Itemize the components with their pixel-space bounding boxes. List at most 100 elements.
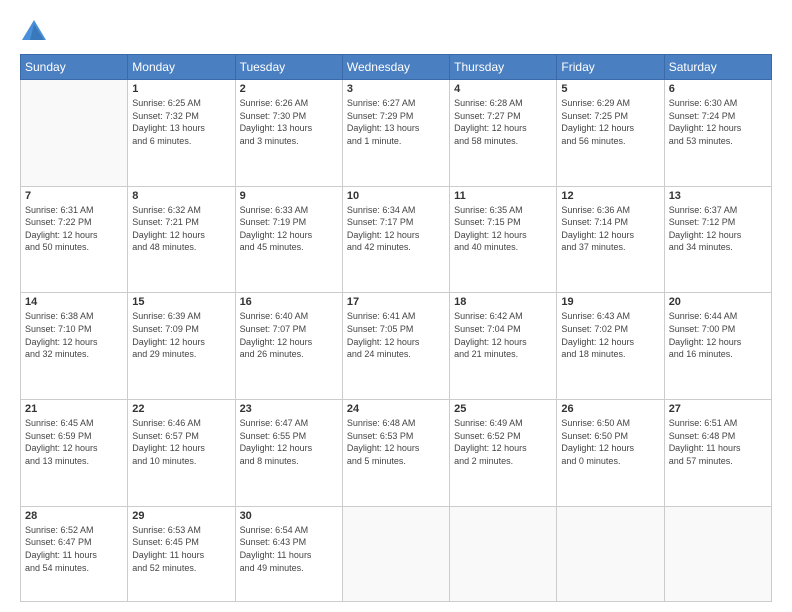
calendar-cell: 23 Sunrise: 6:47 AM Sunset: 6:55 PM Dayli… (235, 400, 342, 507)
day-info: Sunrise: 6:52 AM Sunset: 6:47 PM Dayligh… (25, 524, 123, 574)
calendar-cell: 8 Sunrise: 6:32 AM Sunset: 7:21 PM Daylig… (128, 186, 235, 293)
calendar-row-5: 28 Sunrise: 6:52 AM Sunset: 6:47 PM Dayli… (21, 506, 772, 601)
day-info: Sunrise: 6:37 AM Sunset: 7:12 PM Dayligh… (669, 204, 767, 254)
day-number: 27 (669, 403, 767, 415)
day-number: 12 (561, 190, 659, 202)
day-number: 15 (132, 296, 230, 308)
day-info: Sunrise: 6:27 AM Sunset: 7:29 PM Dayligh… (347, 97, 445, 147)
day-number: 1 (132, 83, 230, 95)
day-info: Sunrise: 6:49 AM Sunset: 6:52 PM Dayligh… (454, 417, 552, 467)
calendar-cell: 26Sunrise: 6:50 AM Sunset: 6:50 PM Dayli… (557, 400, 664, 507)
day-number: 2 (240, 83, 338, 95)
day-info: Sunrise: 6:47 AM Sunset: 6:55 PM Dayligh… (240, 417, 338, 467)
col-header-monday: Monday (128, 55, 235, 80)
calendar-cell: 5Sunrise: 6:29 AM Sunset: 7:25 PM Daylig… (557, 80, 664, 187)
calendar-cell: 27 Sunrise: 6:51 AM Sunset: 6:48 PM Dayli… (664, 400, 771, 507)
calendar-cell (664, 506, 771, 601)
day-number: 9 (240, 190, 338, 202)
calendar-row-1: 1 Sunrise: 6:25 AM Sunset: 7:32 PM Daylig… (21, 80, 772, 187)
calendar-cell: 21 Sunrise: 6:45 AM Sunset: 6:59 PM Dayli… (21, 400, 128, 507)
calendar-cell (21, 80, 128, 187)
calendar-cell: 22 Sunrise: 6:46 AM Sunset: 6:57 PM Dayli… (128, 400, 235, 507)
day-info: Sunrise: 6:50 AM Sunset: 6:50 PM Dayligh… (561, 417, 659, 467)
day-number: 14 (25, 296, 123, 308)
col-header-sunday: Sunday (21, 55, 128, 80)
calendar-row-2: 7Sunrise: 6:31 AM Sunset: 7:22 PM Daylig… (21, 186, 772, 293)
calendar-table: SundayMondayTuesdayWednesdayThursdayFrid… (20, 54, 772, 602)
day-number: 16 (240, 296, 338, 308)
day-info: Sunrise: 6:36 AM Sunset: 7:14 PM Dayligh… (561, 204, 659, 254)
calendar-cell: 30Sunrise: 6:54 AM Sunset: 6:43 PM Dayli… (235, 506, 342, 601)
day-number: 10 (347, 190, 445, 202)
day-number: 17 (347, 296, 445, 308)
calendar-cell: 4 Sunrise: 6:28 AM Sunset: 7:27 PM Daylig… (450, 80, 557, 187)
day-number: 22 (132, 403, 230, 415)
calendar-cell (450, 506, 557, 601)
calendar-cell: 19Sunrise: 6:43 AM Sunset: 7:02 PM Dayli… (557, 293, 664, 400)
calendar-cell: 15 Sunrise: 6:39 AM Sunset: 7:09 PM Dayli… (128, 293, 235, 400)
day-info: Sunrise: 6:28 AM Sunset: 7:27 PM Dayligh… (454, 97, 552, 147)
header (20, 18, 772, 46)
calendar-cell: 25 Sunrise: 6:49 AM Sunset: 6:52 PM Dayli… (450, 400, 557, 507)
calendar-cell: 6 Sunrise: 6:30 AM Sunset: 7:24 PM Daylig… (664, 80, 771, 187)
calendar-cell: 24 Sunrise: 6:48 AM Sunset: 6:53 PM Dayli… (342, 400, 449, 507)
day-info: Sunrise: 6:32 AM Sunset: 7:21 PM Dayligh… (132, 204, 230, 254)
day-info: Sunrise: 6:46 AM Sunset: 6:57 PM Dayligh… (132, 417, 230, 467)
day-number: 29 (132, 510, 230, 522)
calendar-cell: 11Sunrise: 6:35 AM Sunset: 7:15 PM Dayli… (450, 186, 557, 293)
day-info: Sunrise: 6:48 AM Sunset: 6:53 PM Dayligh… (347, 417, 445, 467)
day-number: 4 (454, 83, 552, 95)
day-info: Sunrise: 6:39 AM Sunset: 7:09 PM Dayligh… (132, 310, 230, 360)
calendar-cell: 3Sunrise: 6:27 AM Sunset: 7:29 PM Daylig… (342, 80, 449, 187)
day-number: 28 (25, 510, 123, 522)
calendar-header-row: SundayMondayTuesdayWednesdayThursdayFrid… (21, 55, 772, 80)
logo (20, 18, 52, 46)
day-info: Sunrise: 6:45 AM Sunset: 6:59 PM Dayligh… (25, 417, 123, 467)
day-number: 25 (454, 403, 552, 415)
day-info: Sunrise: 6:33 AM Sunset: 7:19 PM Dayligh… (240, 204, 338, 254)
col-header-saturday: Saturday (664, 55, 771, 80)
day-info: Sunrise: 6:26 AM Sunset: 7:30 PM Dayligh… (240, 97, 338, 147)
logo-icon (20, 18, 48, 46)
calendar-cell: 14 Sunrise: 6:38 AM Sunset: 7:10 PM Dayli… (21, 293, 128, 400)
day-number: 23 (240, 403, 338, 415)
col-header-thursday: Thursday (450, 55, 557, 80)
day-info: Sunrise: 6:53 AM Sunset: 6:45 PM Dayligh… (132, 524, 230, 574)
calendar-cell: 7Sunrise: 6:31 AM Sunset: 7:22 PM Daylig… (21, 186, 128, 293)
calendar-cell (342, 506, 449, 601)
day-info: Sunrise: 6:30 AM Sunset: 7:24 PM Dayligh… (669, 97, 767, 147)
calendar-cell: 13 Sunrise: 6:37 AM Sunset: 7:12 PM Dayli… (664, 186, 771, 293)
col-header-tuesday: Tuesday (235, 55, 342, 80)
calendar-cell: 29 Sunrise: 6:53 AM Sunset: 6:45 PM Dayli… (128, 506, 235, 601)
day-info: Sunrise: 6:51 AM Sunset: 6:48 PM Dayligh… (669, 417, 767, 467)
day-number: 30 (240, 510, 338, 522)
day-info: Sunrise: 6:29 AM Sunset: 7:25 PM Dayligh… (561, 97, 659, 147)
col-header-wednesday: Wednesday (342, 55, 449, 80)
calendar-row-4: 21 Sunrise: 6:45 AM Sunset: 6:59 PM Dayli… (21, 400, 772, 507)
day-info: Sunrise: 6:34 AM Sunset: 7:17 PM Dayligh… (347, 204, 445, 254)
calendar-cell: 9 Sunrise: 6:33 AM Sunset: 7:19 PM Daylig… (235, 186, 342, 293)
day-number: 18 (454, 296, 552, 308)
day-number: 8 (132, 190, 230, 202)
day-info: Sunrise: 6:41 AM Sunset: 7:05 PM Dayligh… (347, 310, 445, 360)
calendar-cell: 17 Sunrise: 6:41 AM Sunset: 7:05 PM Dayli… (342, 293, 449, 400)
calendar-cell: 10 Sunrise: 6:34 AM Sunset: 7:17 PM Dayli… (342, 186, 449, 293)
day-info: Sunrise: 6:40 AM Sunset: 7:07 PM Dayligh… (240, 310, 338, 360)
day-number: 24 (347, 403, 445, 415)
col-header-friday: Friday (557, 55, 664, 80)
calendar-cell: 2 Sunrise: 6:26 AM Sunset: 7:30 PM Daylig… (235, 80, 342, 187)
calendar-cell: 28 Sunrise: 6:52 AM Sunset: 6:47 PM Dayli… (21, 506, 128, 601)
calendar-cell: 18 Sunrise: 6:42 AM Sunset: 7:04 PM Dayli… (450, 293, 557, 400)
day-number: 7 (25, 190, 123, 202)
day-number: 21 (25, 403, 123, 415)
day-number: 13 (669, 190, 767, 202)
day-info: Sunrise: 6:25 AM Sunset: 7:32 PM Dayligh… (132, 97, 230, 147)
day-info: Sunrise: 6:44 AM Sunset: 7:00 PM Dayligh… (669, 310, 767, 360)
calendar-cell: 16 Sunrise: 6:40 AM Sunset: 7:07 PM Dayli… (235, 293, 342, 400)
day-info: Sunrise: 6:38 AM Sunset: 7:10 PM Dayligh… (25, 310, 123, 360)
day-number: 20 (669, 296, 767, 308)
day-number: 6 (669, 83, 767, 95)
calendar-cell: 20 Sunrise: 6:44 AM Sunset: 7:00 PM Dayli… (664, 293, 771, 400)
calendar-cell: 12 Sunrise: 6:36 AM Sunset: 7:14 PM Dayli… (557, 186, 664, 293)
day-info: Sunrise: 6:42 AM Sunset: 7:04 PM Dayligh… (454, 310, 552, 360)
